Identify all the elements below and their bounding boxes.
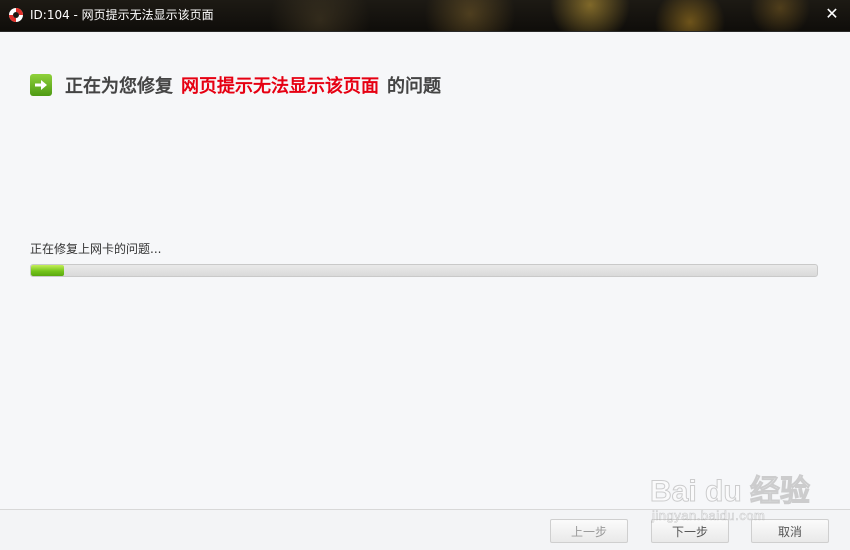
previous-step-button[interactable]: 上一步	[550, 519, 628, 543]
lifebuoy-app-icon	[9, 8, 23, 22]
progress-bar	[30, 264, 818, 277]
watermark-brand: Bai du 经验	[649, 475, 811, 509]
footer-bar: 上一步 下一步 取消	[0, 510, 850, 550]
heading-issue-name: 网页提示无法显示该页面	[181, 76, 379, 97]
cancel-button[interactable]: 取消	[751, 519, 829, 543]
heading-suffix: 的问题	[387, 76, 441, 97]
progress-bar-fill	[31, 265, 64, 276]
green-arrow-right-icon	[30, 74, 52, 96]
title-bar: ID:104 - 网页提示无法显示该页面 ✕	[0, 0, 850, 32]
heading-prefix: 正在为您修复	[65, 76, 173, 97]
progress-status-text: 正在修复上网卡的问题...	[30, 242, 162, 256]
close-button[interactable]: ✕	[820, 3, 844, 25]
heading-text: 正在为您修复 网页提示无法显示该页面 的问题	[65, 72, 441, 98]
next-step-button[interactable]: 下一步	[651, 519, 729, 543]
window-title: ID:104 - 网页提示无法显示该页面	[30, 8, 214, 22]
repair-heading: 正在为您修复 网页提示无法显示该页面 的问题	[30, 72, 441, 98]
